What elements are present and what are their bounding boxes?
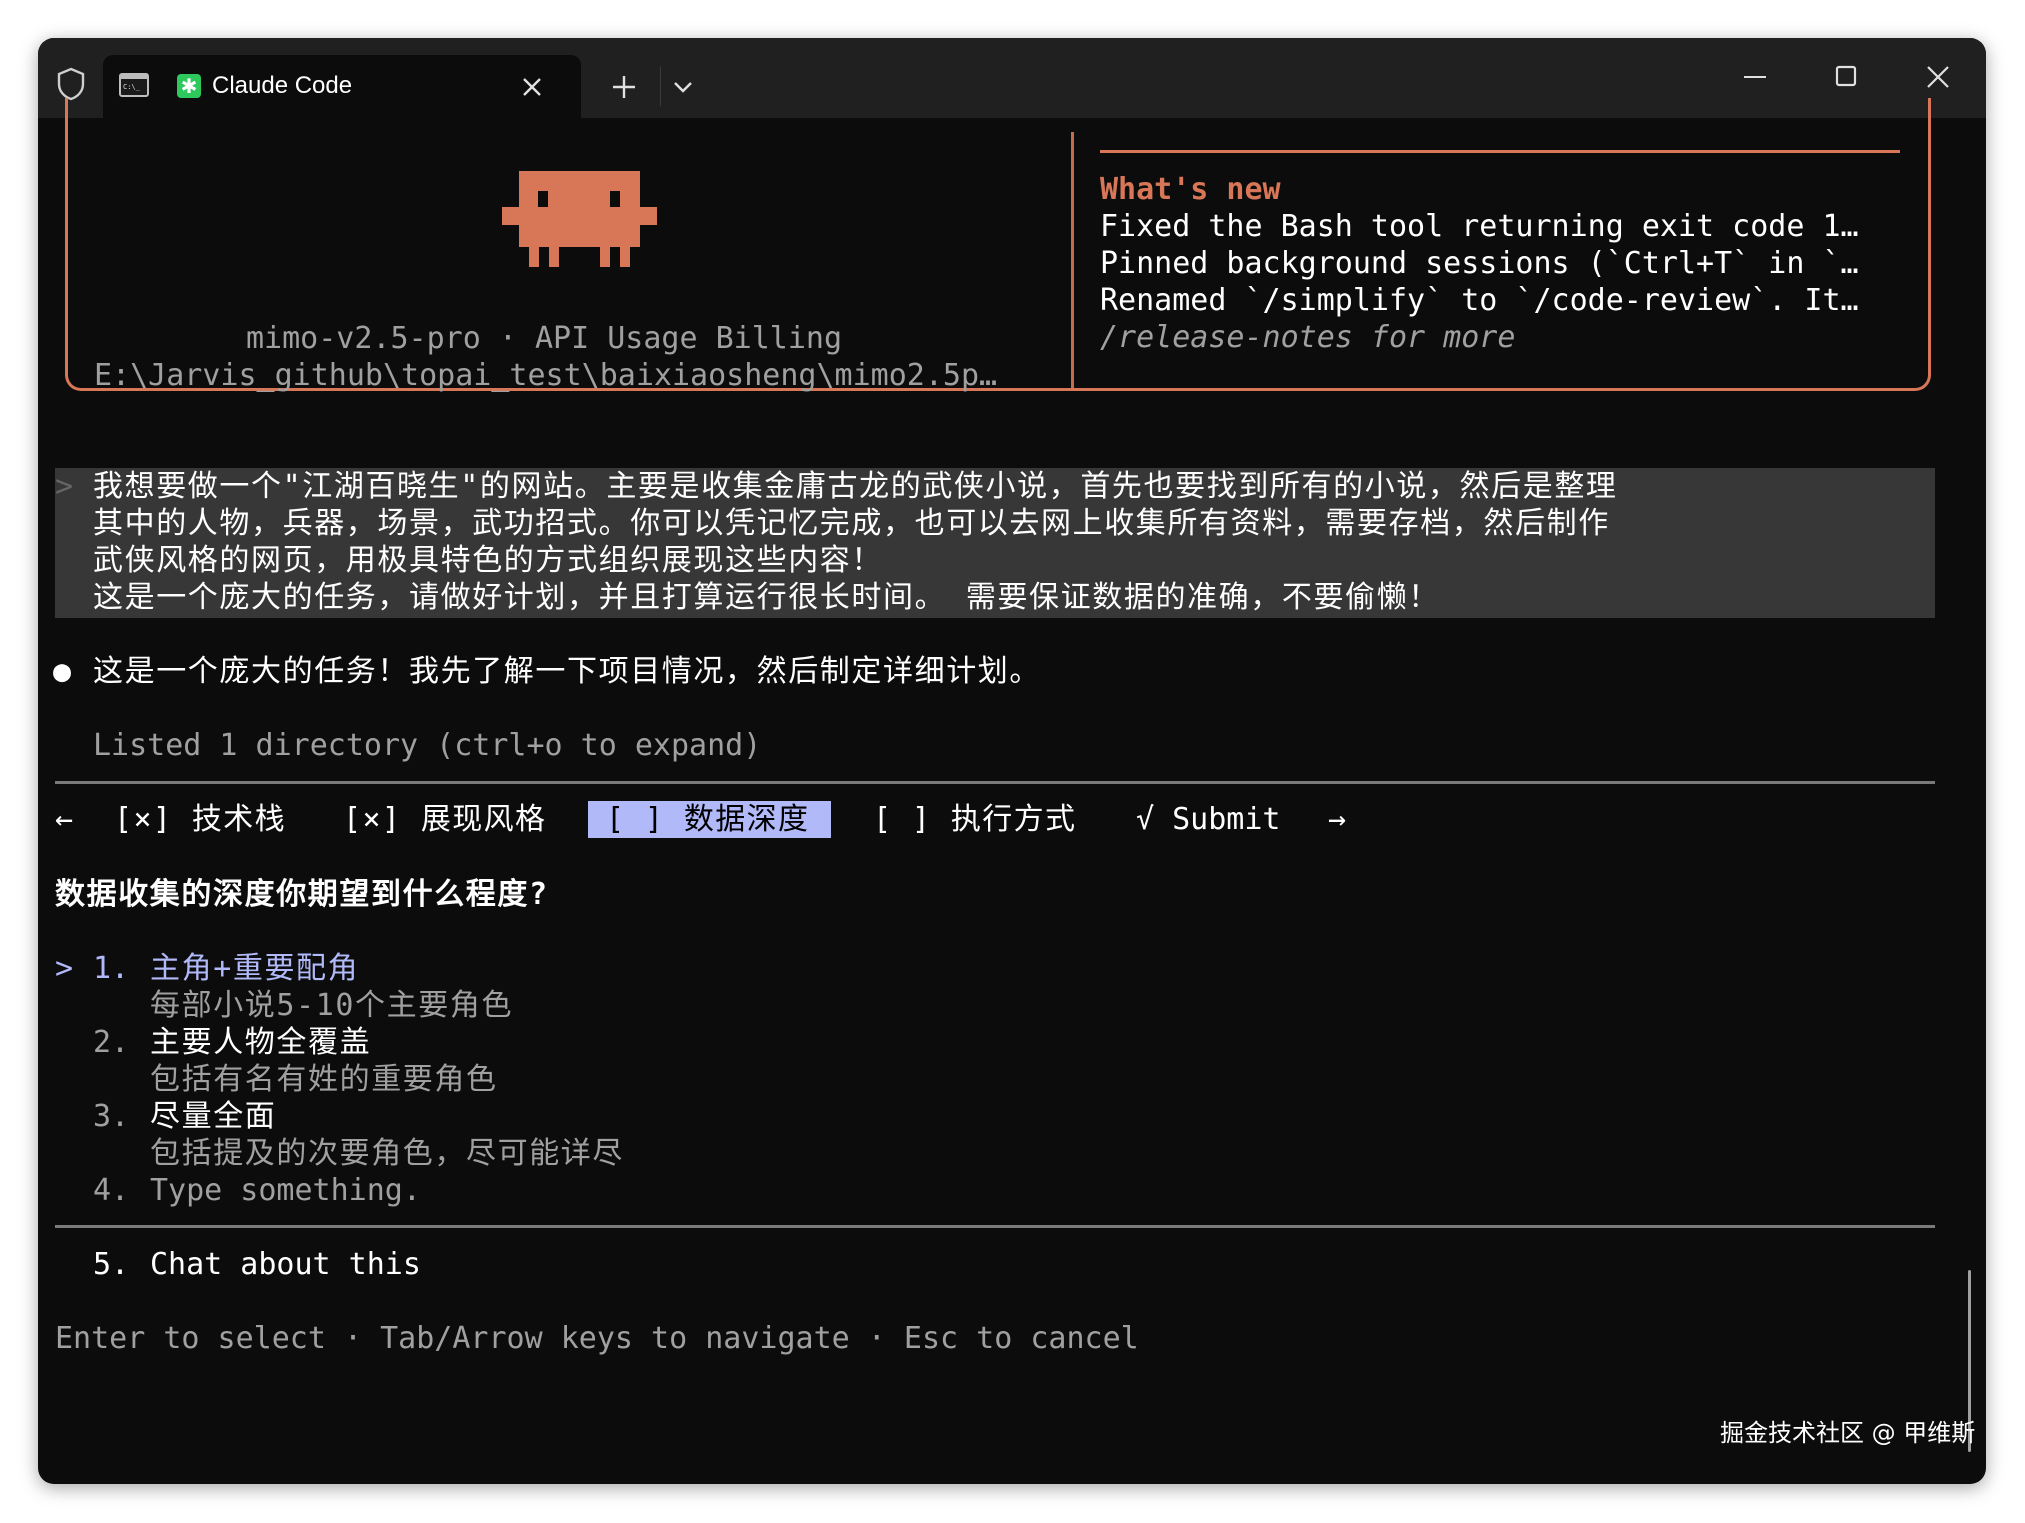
option-description: 包括提及的次要角色，尽可能详尽 xyxy=(150,1136,624,1171)
option-comprehensive[interactable]: 尽量全面 xyxy=(150,1098,276,1135)
selection-cursor: > xyxy=(55,951,74,986)
whats-new-item: Renamed `/simplify` to `/code-review`. I… xyxy=(1100,283,1859,318)
divider xyxy=(55,781,1935,784)
option-number: 5. xyxy=(93,1247,130,1282)
option-number: 4. xyxy=(93,1173,130,1208)
question-title: 数据收集的深度你期望到什么程度? xyxy=(55,877,549,912)
option-main-characters[interactable]: 主要人物全覆盖 xyxy=(150,1024,371,1061)
tab-tech-stack[interactable]: [×] 技术栈 xyxy=(114,801,286,838)
option-chat-about-this[interactable]: Chat about this xyxy=(150,1246,421,1283)
user-prompt-line: 这是一个庞大的任务，请做好计划，并且打算运行很长时间。 需要保证数据的准确，不要… xyxy=(93,580,1440,615)
whats-new-item: Fixed the Bash tool returning exit code … xyxy=(1100,209,1859,244)
svg-text:C:\_: C:\_ xyxy=(123,83,141,91)
option-main-and-supporting[interactable]: 主角+重要配角 xyxy=(150,950,359,987)
window-close-icon[interactable] xyxy=(1926,65,1950,89)
whats-new-item: Pinned background sessions (`Ctrl+T` in … xyxy=(1100,246,1859,281)
terminal-icon: C:\_ xyxy=(119,73,149,97)
maximize-icon[interactable] xyxy=(1835,65,1857,87)
option-number: 3. xyxy=(93,1099,130,1134)
option-type-something[interactable]: Type something. xyxy=(150,1172,421,1209)
divider xyxy=(55,1225,1935,1228)
prompt-marker: > xyxy=(55,469,74,504)
tab-execution-mode[interactable]: [ ] 执行方式 xyxy=(873,801,1076,838)
new-tab-icon[interactable] xyxy=(611,74,637,100)
tab-data-depth[interactable]: [ ] 数据深度 xyxy=(588,801,832,838)
tabs-right-arrow[interactable]: → xyxy=(1328,801,1346,838)
claude-asterisk-icon: ✱ xyxy=(177,74,201,98)
model-info: mimo-v2.5-pro · API Usage Billing xyxy=(246,321,843,356)
assistant-message: 这是一个庞大的任务！我先了解一下项目情况，然后制定详细计划。 xyxy=(93,654,1041,689)
minimize-icon[interactable] xyxy=(1744,76,1766,78)
tool-result: Listed 1 directory (ctrl+o to expand) xyxy=(93,728,762,763)
welcome-divider xyxy=(1071,132,1074,390)
tabs-left-arrow[interactable]: ← xyxy=(55,801,73,838)
tab-submit[interactable]: √ Submit xyxy=(1136,801,1281,838)
user-prompt-line: 我想要做一个"江湖百晓生"的网站。主要是收集金庸古龙的武侠小说，首先也要找到所有… xyxy=(93,469,1618,504)
claude-mascot-icon xyxy=(502,171,657,267)
assistant-bullet: ● xyxy=(53,654,72,689)
whats-new-title: What's new xyxy=(1100,172,1281,207)
option-number: 1. xyxy=(93,951,130,986)
shield-icon xyxy=(57,67,85,101)
chevron-down-icon[interactable] xyxy=(672,78,694,96)
working-directory: E:\Jarvis_github\topai_test\baixiaosheng… xyxy=(94,358,998,393)
option-description: 每部小说5-10个主要角色 xyxy=(150,988,514,1023)
tab-title: Claude Code xyxy=(212,72,353,99)
footer-hint: Enter to select · Tab/Arrow keys to navi… xyxy=(55,1321,1139,1356)
tab-close-icon[interactable] xyxy=(521,76,543,98)
whats-new-rule xyxy=(1100,150,1900,153)
user-prompt-line: 其中的人物，兵器，场景，武功招式。你可以凭记忆完成，也可以去网上收集所有资料，需… xyxy=(93,506,1610,541)
user-prompt-line: 武侠风格的网页，用极具特色的方式组织展现这些内容！ xyxy=(93,543,883,578)
watermark: 掘金技术社区 @ 甲维斯 xyxy=(1720,1419,1976,1447)
option-description: 包括有名有姓的重要角色 xyxy=(150,1062,498,1097)
release-notes-hint: /release-notes for more xyxy=(1100,320,1516,355)
tab-presentation-style[interactable]: [×] 展现风格 xyxy=(343,801,546,838)
terminal-window: C:\_ ✱ Claude Code mimo-v2.5-pro · API U… xyxy=(38,38,1986,1484)
option-number: 2. xyxy=(93,1025,130,1060)
